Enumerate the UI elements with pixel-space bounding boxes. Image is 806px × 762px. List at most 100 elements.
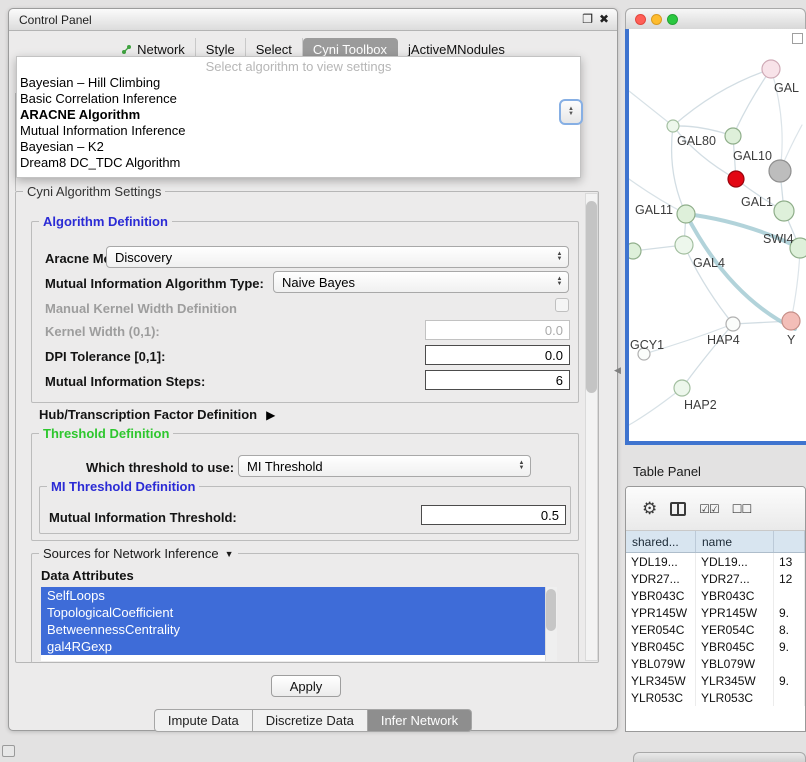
bottom-tab-infer-network[interactable]: Infer Network xyxy=(367,709,472,732)
network-canvas[interactable]: GALGAL80GAL10GAL11GAL1SWI4GAL4GCY1HAP4YH… xyxy=(629,29,806,441)
table-body: YDL19...YDL19...13YDR27...YDR27...12YBR0… xyxy=(626,553,805,706)
window-title: Control Panel xyxy=(19,13,92,27)
select-all-icon[interactable]: ☑☑ xyxy=(699,502,719,516)
network-graph: GALGAL80GAL10GAL11GAL1SWI4GAL4GCY1HAP4YH… xyxy=(629,29,806,441)
column-header[interactable]: name xyxy=(696,531,774,552)
data-attribute-item[interactable]: SelfLoops xyxy=(41,587,545,604)
expander-right-icon: ▶ xyxy=(266,408,275,422)
node-label: GAL1 xyxy=(741,195,773,209)
aracne-mode-select[interactable]: Discovery ▲▼ xyxy=(106,246,569,268)
node-label: GAL4 xyxy=(693,256,725,270)
panel-splitter-arrow[interactable]: ◀ xyxy=(614,366,621,376)
mi-threshold-title: MI Threshold Definition xyxy=(47,479,199,494)
dropdown-arrows-icon: ▲▼ xyxy=(551,277,568,287)
network-node[interactable] xyxy=(726,317,740,331)
column-header[interactable] xyxy=(774,531,805,552)
bottom-tab-impute-data[interactable]: Impute Data xyxy=(154,709,252,732)
node-label: GAL xyxy=(774,81,799,95)
table-row[interactable]: YDL19...YDL19...13 xyxy=(626,553,805,570)
data-attributes-list[interactable]: SelfLoopsTopologicalCoefficientBetweenne… xyxy=(41,587,557,661)
which-threshold-label: Which threshold to use: xyxy=(86,460,234,475)
column-header[interactable]: shared... xyxy=(626,531,696,552)
mi-threshold-input[interactable]: 0.5 xyxy=(421,505,566,525)
algorithm-option[interactable]: Bayesian – Hill Climbing xyxy=(17,75,580,91)
manual-kernel-checkbox[interactable] xyxy=(555,298,569,312)
table-row[interactable]: YDR27...YDR27...12 xyxy=(626,570,805,587)
table-row[interactable]: YBR043CYBR043C xyxy=(626,587,805,604)
minimize-button[interactable] xyxy=(651,14,662,25)
table-row[interactable]: YPR145WYPR145W9. xyxy=(626,604,805,621)
network-node[interactable] xyxy=(769,160,791,182)
control-panel-window: Control Panel ❐ ✖ NetworkStyleSelectCyni… xyxy=(8,8,618,731)
algorithm-option[interactable]: Dream8 DC_TDC Algorithm xyxy=(17,155,580,171)
algorithm-combo-arrow-button[interactable]: ▲ ▼ xyxy=(559,99,583,125)
network-node[interactable] xyxy=(728,171,744,187)
data-attribute-item[interactable]: BetweennessCentrality xyxy=(41,621,545,638)
manual-kernel-label: Manual Kernel Width Definition xyxy=(45,301,237,316)
algorithm-option[interactable]: ARACNE Algorithm xyxy=(17,107,580,123)
table-panel-window: ⚙ ☑☑ ☐☐ shared...name YDL19...YDL19...13… xyxy=(625,486,806,732)
table-toolbar: ⚙ ☑☑ ☐☐ xyxy=(626,487,805,531)
attributes-scrollbar-thumb[interactable] xyxy=(546,589,556,631)
mi-type-value: Naive Bayes xyxy=(274,275,551,290)
table-row[interactable]: YBR045CYBR045C9. xyxy=(626,638,805,655)
table-row[interactable]: YER054CYER054C8. xyxy=(626,621,805,638)
zoom-button[interactable] xyxy=(667,14,678,25)
mi-algorithm-type-select[interactable]: Naive Bayes ▲▼ xyxy=(273,271,569,293)
gear-icon[interactable]: ⚙ xyxy=(642,499,657,519)
network-icon xyxy=(121,44,132,55)
table-row[interactable]: YBL079WYBL079W xyxy=(626,655,805,672)
network-node[interactable] xyxy=(762,60,780,78)
mi-type-label: Mutual Information Algorithm Type: xyxy=(45,276,264,291)
network-node[interactable] xyxy=(725,128,741,144)
network-node[interactable] xyxy=(674,380,690,396)
node-label: SWI4 xyxy=(763,232,794,246)
close-button[interactable] xyxy=(635,14,646,25)
node-label: HAP4 xyxy=(707,333,740,347)
data-attribute-item[interactable]: gal4RGexp xyxy=(41,638,545,655)
algorithm-option[interactable]: Bayesian – K2 xyxy=(17,139,580,155)
sources-expander[interactable]: Sources for Network Inference ▼ xyxy=(39,546,238,561)
dpi-tolerance-input[interactable]: 0.0 xyxy=(425,345,570,365)
node-label: Y xyxy=(787,333,796,347)
float-window-icon[interactable]: ❐ xyxy=(582,12,593,26)
dpi-tolerance-label: DPI Tolerance [0,1]: xyxy=(45,349,165,364)
collapsed-panel-bar[interactable] xyxy=(633,752,806,762)
deselect-all-icon[interactable]: ☐☐ xyxy=(732,502,752,516)
algorithm-option[interactable]: Mutual Information Inference xyxy=(17,123,580,139)
network-node[interactable] xyxy=(629,243,641,259)
birdseye-toggle[interactable] xyxy=(792,33,803,44)
network-window-titlebar[interactable] xyxy=(625,8,806,29)
columns-icon[interactable] xyxy=(670,502,686,516)
dropdown-arrows-icon: ▲▼ xyxy=(513,461,530,471)
sources-title-label: Sources for Network Inference xyxy=(43,546,219,561)
network-node[interactable] xyxy=(675,236,693,254)
settings-scrollbar-thumb[interactable] xyxy=(586,201,597,393)
table-row[interactable]: YLR345WYLR345W9. xyxy=(626,672,805,689)
mi-steps-input[interactable]: 6 xyxy=(425,370,570,390)
network-node[interactable] xyxy=(782,312,800,330)
threshold-definition-title: Threshold Definition xyxy=(39,426,173,441)
bottom-tab-discretize-data[interactable]: Discretize Data xyxy=(252,709,367,732)
network-edge xyxy=(629,388,682,425)
network-node[interactable] xyxy=(667,120,679,132)
apply-button[interactable]: Apply xyxy=(271,675,341,697)
algorithm-option[interactable]: Basic Correlation Inference xyxy=(17,91,580,107)
network-edge xyxy=(629,91,673,126)
dropdown-arrows-icon: ▲▼ xyxy=(551,252,568,262)
collapsed-panel-icon[interactable] xyxy=(2,745,15,757)
control-panel-titlebar[interactable]: Control Panel ❐ ✖ xyxy=(9,9,617,31)
hub-definition-label: Hub/Transcription Factor Definition xyxy=(39,407,257,422)
hub-definition-expander[interactable]: Hub/Transcription Factor Definition ▶ xyxy=(39,407,275,422)
data-attribute-item[interactable]: TopologicalCoefficient xyxy=(41,604,545,621)
cyni-settings-title: Cyni Algorithm Settings xyxy=(23,184,165,199)
network-node[interactable] xyxy=(677,205,695,223)
which-threshold-select[interactable]: MI Threshold ▲▼ xyxy=(238,455,531,477)
table-header-row: shared...name xyxy=(626,531,805,553)
network-node[interactable] xyxy=(774,201,794,221)
close-icon[interactable]: ✖ xyxy=(599,12,609,26)
kernel-width-input[interactable]: 0.0 xyxy=(425,320,570,340)
mi-steps-label: Mutual Information Steps: xyxy=(45,374,205,389)
network-view-window: GALGAL80GAL10GAL11GAL1SWI4GAL4GCY1HAP4YH… xyxy=(625,8,806,445)
table-row[interactable]: YLR053CYLR053C xyxy=(626,689,805,706)
